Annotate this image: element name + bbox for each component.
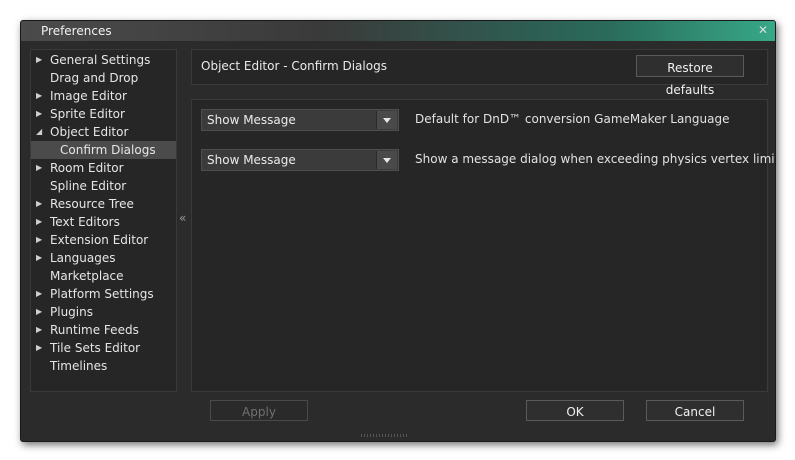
dnd-conversion-description: Default for DnD™ conversion GameMaker La…	[415, 112, 730, 126]
sidebar-item-label: Room Editor	[50, 161, 124, 175]
expand-arrow-icon[interactable]: ▶	[36, 303, 44, 321]
sidebar-item-runtime-feeds[interactable]: ▶ Runtime Feeds	[31, 321, 176, 339]
cancel-button[interactable]: Cancel	[646, 400, 744, 421]
sidebar-item-label: Confirm Dialogs	[60, 143, 156, 157]
physics-vertex-limit-dropdown[interactable]: Show Message	[201, 149, 399, 171]
sidebar-item-marketplace[interactable]: Marketplace	[31, 267, 176, 285]
sidebar-item-timelines[interactable]: Timelines	[31, 357, 176, 375]
preferences-window: Preferences ✕ ▶ General Settings Drag an…	[20, 20, 776, 442]
sidebar-item-resource-tree[interactable]: ▶ Resource Tree	[31, 195, 176, 213]
preferences-tree: ▶ General Settings Drag and Drop ▶ Image…	[30, 49, 177, 392]
expand-arrow-icon[interactable]: ▶	[36, 249, 44, 267]
sidebar-item-spline-editor[interactable]: Spline Editor	[31, 177, 176, 195]
sidebar-item-room-editor[interactable]: ▶ Room Editor	[31, 159, 176, 177]
settings-panel: Show Message Default for DnD™ conversion…	[191, 99, 775, 392]
expand-arrow-icon[interactable]: ▶	[36, 105, 44, 123]
sidebar-item-label: Object Editor	[50, 125, 129, 139]
expand-arrow-icon[interactable]: ▶	[36, 51, 44, 69]
physics-vertex-limit-description: Show a message dialog when exceeding phy…	[415, 152, 776, 166]
ok-button[interactable]: OK	[526, 400, 624, 421]
sidebar-item-tile-sets-editor[interactable]: ▶ Tile Sets Editor	[31, 339, 176, 357]
sidebar-item-label: Platform Settings	[50, 287, 154, 301]
sidebar-item-label: Languages	[50, 251, 116, 265]
sidebar-item-label: Timelines	[50, 359, 108, 373]
sidebar-item-label: Sprite Editor	[50, 107, 125, 121]
section-header: Object Editor - Confirm Dialogs Restore …	[191, 49, 768, 97]
window-title: Preferences	[41, 24, 112, 38]
sidebar-item-label: Marketplace	[50, 269, 124, 283]
sidebar-item-general-settings[interactable]: ▶ General Settings	[31, 51, 176, 69]
sidebar-item-label: General Settings	[50, 53, 151, 67]
sidebar-item-label: Plugins	[50, 305, 93, 319]
chevron-down-icon[interactable]	[376, 151, 397, 169]
collapse-arrow-icon[interactable]: ◢	[36, 123, 44, 141]
collapse-sidebar-icon[interactable]: «	[179, 211, 186, 225]
sidebar-item-platform-settings[interactable]: ▶ Platform Settings	[31, 285, 176, 303]
sidebar-item-languages[interactable]: ▶ Languages	[31, 249, 176, 267]
sidebar-item-label: Extension Editor	[50, 233, 149, 247]
resize-grip[interactable]	[361, 434, 409, 437]
apply-button[interactable]: Apply	[210, 400, 308, 421]
sidebar-item-drag-and-drop[interactable]: Drag and Drop	[31, 69, 176, 87]
sidebar-item-label: Resource Tree	[50, 197, 134, 211]
dnd-conversion-dropdown[interactable]: Show Message	[201, 109, 399, 131]
expand-arrow-icon[interactable]: ▶	[36, 321, 44, 339]
sidebar-item-label: Tile Sets Editor	[50, 341, 141, 355]
expand-arrow-icon[interactable]: ▶	[36, 231, 44, 249]
expand-arrow-icon[interactable]: ▶	[36, 285, 44, 303]
title-bar[interactable]: Preferences ✕	[21, 21, 775, 41]
chevron-down-icon[interactable]	[376, 111, 397, 129]
dropdown-value: Show Message	[207, 113, 296, 127]
sidebar-item-confirm-dialogs[interactable]: Confirm Dialogs	[31, 141, 176, 159]
expand-arrow-icon[interactable]: ▶	[36, 213, 44, 231]
expand-arrow-icon[interactable]: ▶	[36, 159, 44, 177]
sidebar-item-label: Runtime Feeds	[50, 323, 139, 337]
sidebar-item-label: Text Editors	[50, 215, 120, 229]
sidebar-item-image-editor[interactable]: ▶ Image Editor	[31, 87, 176, 105]
page-title: Object Editor - Confirm Dialogs	[201, 59, 387, 73]
expand-arrow-icon[interactable]: ▶	[36, 339, 44, 357]
sidebar-item-label: Drag and Drop	[50, 71, 139, 85]
sidebar-item-label: Image Editor	[50, 89, 127, 103]
restore-defaults-button[interactable]: Restore defaults	[636, 55, 744, 97]
close-icon[interactable]: ✕	[757, 24, 769, 36]
sidebar-item-extension-editor[interactable]: ▶ Extension Editor	[31, 231, 176, 249]
sidebar-item-object-editor[interactable]: ◢ Object Editor	[31, 123, 176, 141]
sidebar-item-plugins[interactable]: ▶ Plugins	[31, 303, 176, 321]
sidebar-item-text-editors[interactable]: ▶ Text Editors	[31, 213, 176, 231]
expand-arrow-icon[interactable]: ▶	[36, 195, 44, 213]
expand-arrow-icon[interactable]: ▶	[36, 87, 44, 105]
sidebar-item-label: Spline Editor	[50, 179, 127, 193]
dropdown-value: Show Message	[207, 153, 296, 167]
sidebar-item-sprite-editor[interactable]: ▶ Sprite Editor	[31, 105, 176, 123]
